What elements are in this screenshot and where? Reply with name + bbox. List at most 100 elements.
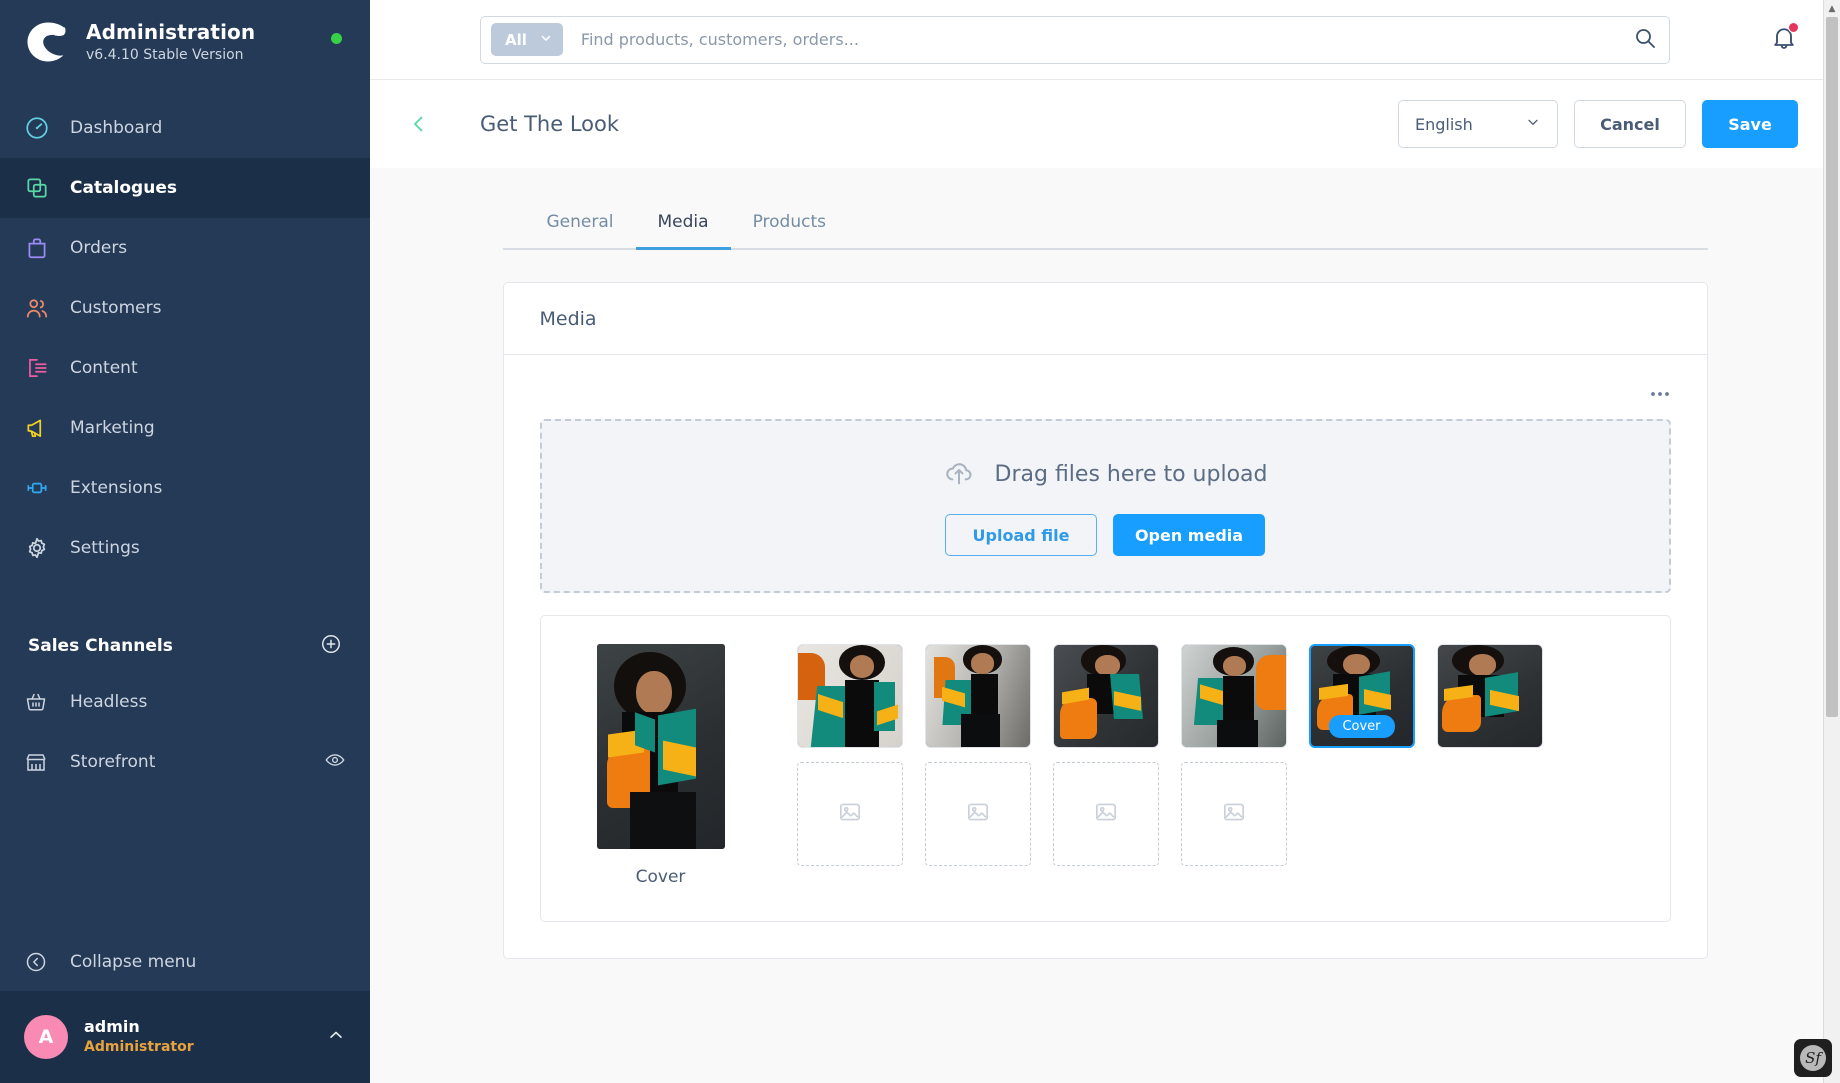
placeholder-row: [796, 762, 1640, 866]
ellipsis-icon[interactable]: [540, 381, 1671, 407]
settings-gear-icon: [24, 535, 70, 561]
media-placeholder-slot[interactable]: [924, 762, 1031, 866]
green-status-dot: [331, 33, 342, 44]
chevron-up-icon[interactable]: [326, 1025, 346, 1049]
user-role: Administrator: [84, 1038, 194, 1055]
extensions-icon: [24, 475, 70, 501]
cover-preview: Cover: [571, 644, 751, 887]
media-thumbnail[interactable]: [924, 644, 1031, 748]
sidebar-item-storefront[interactable]: Storefront: [0, 732, 370, 792]
search-input[interactable]: [562, 30, 1633, 49]
sidebar-item-label: Orders: [70, 238, 128, 258]
media-placeholder-slot[interactable]: [796, 762, 903, 866]
media-gallery: Cover Cover: [539, 615, 1671, 922]
media-thumbnail[interactable]: [1180, 644, 1287, 748]
media-thumbnail[interactable]: [796, 644, 903, 748]
tab-bar: General Media Products: [502, 212, 1708, 250]
sidebar-item-catalogues[interactable]: Catalogues: [0, 158, 370, 218]
orders-icon: [24, 235, 70, 261]
avatar: A: [24, 1015, 68, 1059]
image-placeholder-icon: [1221, 799, 1247, 829]
image-placeholder-icon: [837, 799, 863, 829]
cloud-upload-icon: [943, 456, 975, 492]
sidebar-app-title: Administration: [86, 20, 256, 45]
global-search[interactable]: All: [480, 15, 1670, 64]
bell-icon[interactable]: [1770, 21, 1799, 56]
collapse-menu-label: Collapse menu: [70, 952, 197, 972]
content-icon: [24, 355, 70, 381]
sidebar-item-content[interactable]: Content: [0, 338, 370, 398]
media-thumbnail-cover[interactable]: Cover: [1308, 644, 1415, 748]
sidebar-item-label: Customers: [70, 298, 162, 318]
search-scope-selector[interactable]: All: [491, 23, 563, 56]
sales-channels-title: Sales Channels: [28, 636, 173, 656]
thumbnail-row: Cover: [796, 644, 1640, 748]
save-button[interactable]: Save: [1702, 100, 1798, 148]
media-thumbnail[interactable]: [1052, 644, 1159, 748]
plus-circle-icon[interactable]: [320, 633, 342, 659]
sidebar-item-label: Extensions: [70, 478, 163, 498]
media-placeholder-slot[interactable]: [1052, 762, 1159, 866]
vertical-scrollbar[interactable]: ▲: [1823, 0, 1840, 1083]
customers-icon: [24, 295, 70, 321]
sidebar-item-orders[interactable]: Orders: [0, 218, 370, 278]
page-header: Get The Look English Cancel Save: [370, 80, 1840, 171]
sidebar-item-label: Marketing: [70, 418, 155, 438]
chevron-left-icon[interactable]: [398, 103, 440, 145]
sidebar-item-label: Storefront: [70, 752, 156, 772]
language-value: English: [1415, 114, 1473, 134]
upload-file-button[interactable]: Upload file: [945, 514, 1097, 556]
user-menu[interactable]: A admin Administrator: [0, 991, 370, 1083]
media-card-header: Media: [503, 283, 1707, 355]
chevron-down-icon: [539, 31, 553, 49]
app-root: Administration v6.4.10 Stable Version Da…: [0, 0, 1840, 1083]
media-grid: Cover: [796, 644, 1640, 866]
symfony-glyph: Sf: [1800, 1045, 1826, 1071]
scrollbar-thumb[interactable]: [1826, 17, 1838, 717]
media-card-title: Media: [539, 307, 597, 330]
sidebar-item-customers[interactable]: Customers: [0, 278, 370, 338]
main-area: All Find products, customers, orders... …: [370, 0, 1840, 1083]
dropzone-heading: Drag files here to upload: [943, 456, 1267, 492]
tab-general[interactable]: General: [525, 212, 636, 248]
open-media-button[interactable]: Open media: [1113, 514, 1265, 556]
language-select[interactable]: English: [1398, 100, 1558, 148]
sidebar: Administration v6.4.10 Stable Version Da…: [0, 0, 370, 1083]
sidebar-item-dashboard[interactable]: Dashboard: [0, 98, 370, 158]
search-icon[interactable]: [1633, 26, 1657, 54]
collapse-menu-button[interactable]: Collapse menu: [0, 933, 370, 991]
top-bar: All: [370, 0, 1840, 80]
sidebar-item-headless[interactable]: Headless: [0, 672, 370, 732]
sidebar-item-label: Dashboard: [70, 118, 163, 138]
sales-channels-header: Sales Channels: [0, 620, 370, 672]
tab-products[interactable]: Products: [731, 212, 848, 248]
eye-icon[interactable]: [324, 749, 346, 776]
cover-image[interactable]: [596, 644, 725, 849]
marketing-icon: [24, 415, 70, 441]
tab-media[interactable]: Media: [635, 212, 731, 250]
sidebar-item-label: Catalogues: [70, 178, 177, 198]
dropzone-buttons: Upload file Open media: [945, 514, 1265, 556]
scroll-up-arrow-icon[interactable]: ▲: [1824, 0, 1840, 17]
media-card: Media Drag files here to upload Upload f…: [502, 282, 1708, 959]
sidebar-item-extensions[interactable]: Extensions: [0, 458, 370, 518]
image-placeholder-icon: [965, 799, 991, 829]
catalogues-icon: [24, 175, 70, 201]
media-placeholder-slot[interactable]: [1180, 762, 1287, 866]
cancel-button[interactable]: Cancel: [1574, 100, 1686, 148]
collapse-chevron-icon: [24, 950, 70, 974]
sidebar-item-label: Content: [70, 358, 138, 378]
sidebar-item-label: Settings: [70, 538, 140, 558]
sidebar-nav: Dashboard Catalogues Orders Customers Co…: [0, 98, 370, 578]
symfony-profiler-icon[interactable]: Sf: [1794, 1039, 1832, 1077]
page-header-actions: English Cancel Save: [1398, 100, 1798, 148]
media-thumbnail[interactable]: [1436, 644, 1543, 748]
sidebar-item-marketing[interactable]: Marketing: [0, 398, 370, 458]
upload-dropzone[interactable]: Drag files here to upload Upload file Op…: [539, 419, 1671, 593]
sidebar-item-settings[interactable]: Settings: [0, 518, 370, 578]
media-card-body: Drag files here to upload Upload file Op…: [504, 355, 1707, 958]
chevron-down-icon: [1525, 114, 1541, 134]
dashboard-icon: [24, 115, 70, 141]
shopware-logo-icon: [24, 18, 72, 66]
sidebar-item-label: Headless: [70, 692, 148, 712]
